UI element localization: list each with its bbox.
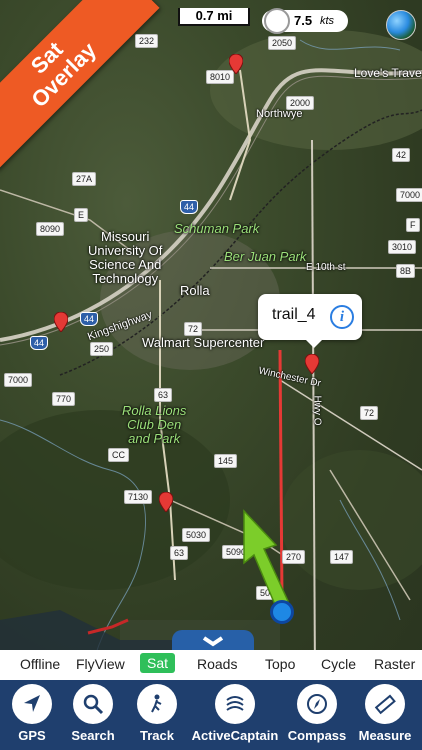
place-walmart: Walmart Supercenter	[142, 335, 265, 350]
road-shield: 63	[170, 546, 189, 560]
tab-flyview[interactable]: FlyView	[76, 656, 125, 672]
track-label: Track	[140, 728, 174, 743]
road-shield: 7000	[4, 373, 33, 387]
search-button[interactable]: Search	[58, 684, 128, 743]
road-shield: 42	[392, 148, 411, 162]
track-icon	[137, 684, 177, 724]
activecaptain-icon	[215, 684, 255, 724]
place-ber-juan-park: Ber Juan Park	[224, 249, 307, 264]
globe-icon[interactable]	[386, 10, 416, 40]
road-shield: 3010	[388, 240, 417, 254]
ruler-icon	[365, 684, 405, 724]
tab-topo[interactable]: Topo	[265, 656, 295, 672]
speed-value: 7.5	[294, 13, 313, 28]
road-shield: 7130	[124, 490, 153, 504]
road-shield: 147	[330, 550, 354, 564]
chevron-down-icon	[202, 636, 224, 647]
road-shield: 27A	[72, 172, 97, 186]
road-shield: F	[406, 218, 420, 232]
road-shield: 2050	[268, 36, 297, 50]
search-label: Search	[71, 728, 115, 743]
road-hwy-o: Hwy O	[311, 395, 323, 426]
speed-indicator: 7.5 kts	[262, 8, 348, 34]
interstate-shield: 44	[80, 312, 99, 326]
road-shield: 72	[184, 322, 203, 336]
bottom-toolbar: GPS Search Track ActiveCaptain Compass M…	[0, 680, 422, 750]
road-shield: 8B	[396, 264, 416, 278]
tab-roads[interactable]: Roads	[197, 656, 237, 672]
speedometer-icon	[264, 8, 290, 34]
compass-button[interactable]: Compass	[282, 684, 352, 743]
tab-raster[interactable]: Raster	[374, 656, 415, 672]
map-pin-icon[interactable]	[159, 492, 173, 512]
tab-cycle[interactable]: Cycle	[321, 656, 356, 672]
road-shield: 72	[360, 406, 379, 420]
map-pin-icon[interactable]	[229, 54, 243, 74]
activecaptain-label: ActiveCaptain	[191, 728, 279, 743]
gps-icon	[12, 684, 52, 724]
heading-arrow-icon	[243, 509, 289, 609]
road-shield: 7000	[396, 188, 422, 202]
gps-label: GPS	[18, 728, 46, 743]
road-shield: 232	[135, 34, 159, 48]
place-rolla-lions-club: Rolla Lions Club Den and Park	[122, 403, 187, 446]
interstate-shield: 44	[30, 336, 49, 350]
road-shield: 770	[52, 392, 76, 406]
search-icon	[73, 684, 113, 724]
scale-bar: 0.7 mi	[178, 8, 250, 26]
road-shield: CC	[108, 448, 129, 462]
callout-title: trail_4	[272, 306, 316, 323]
road-shield: 8090	[36, 222, 65, 236]
speed-unit: kts	[320, 15, 335, 27]
interstate-shield: 44	[180, 200, 199, 214]
road-e-10th: E 10th st	[306, 262, 346, 273]
compass-icon	[297, 684, 337, 724]
road-shield: 2000	[286, 96, 315, 110]
place-schuman-park: Schuman Park	[174, 221, 260, 236]
map-pin-icon[interactable]	[305, 354, 319, 374]
current-position-icon	[270, 600, 294, 624]
compass-label: Compass	[287, 728, 347, 743]
track-button[interactable]: Track	[122, 684, 192, 743]
tab-offline[interactable]: Offline	[20, 656, 60, 672]
tab-sat[interactable]: Sat	[140, 653, 176, 673]
satellite-map[interactable]: Sat Overlay 0.7 mi 7.5 kts Missouri Unive…	[0, 0, 422, 678]
road-shield: 250	[90, 342, 114, 356]
road-shield: 63	[154, 388, 173, 402]
measure-label: Measure	[358, 728, 412, 743]
place-rolla: Rolla	[180, 283, 210, 298]
road-shield: 5030	[182, 528, 211, 542]
trail-callout[interactable]: trail_4 i	[258, 294, 362, 348]
road-shield: E	[74, 208, 89, 222]
activecaptain-button[interactable]: ActiveCaptain	[187, 684, 283, 743]
place-missouri-university: Missouri University Of Science And Technolo…	[88, 229, 163, 286]
info-icon[interactable]: i	[330, 305, 354, 329]
measure-button[interactable]: Measure	[350, 684, 420, 743]
map-pin-icon[interactable]	[54, 312, 68, 332]
place-loves: Love's Trave	[354, 66, 422, 80]
gps-button[interactable]: GPS	[0, 684, 67, 743]
map-type-tabs: Offline FlyView Sat Roads Topo Cycle Ras…	[0, 650, 422, 680]
road-shield: 145	[214, 454, 238, 468]
